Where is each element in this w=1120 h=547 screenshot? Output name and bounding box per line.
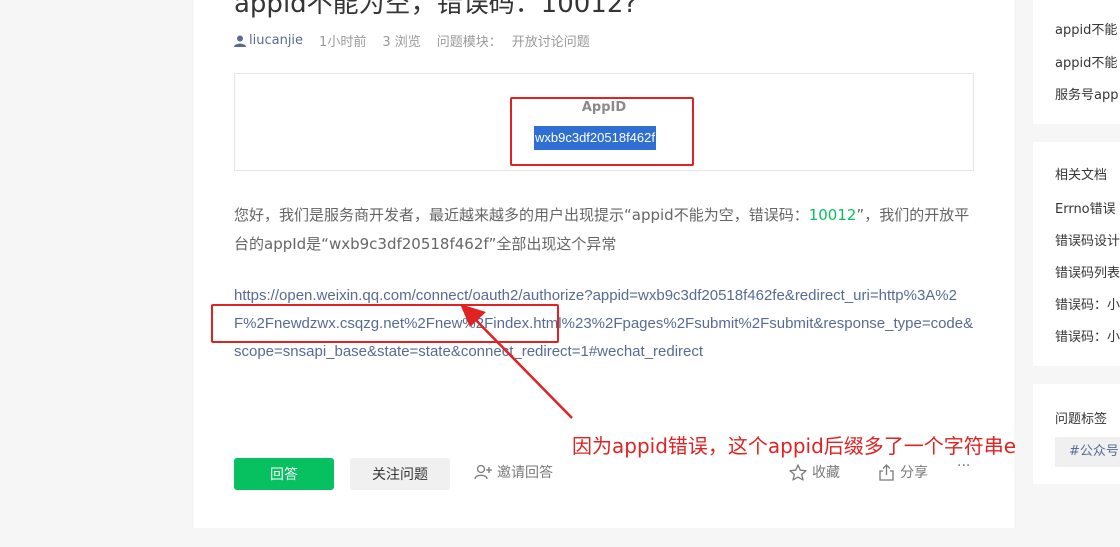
post-time: 1小时前 [319,35,367,50]
author-link[interactable]: liucanjie [234,33,303,48]
collect-label: 收藏 [812,465,840,481]
collect-button[interactable]: 收藏 [789,462,840,482]
answer-button[interactable]: 回答 [234,458,334,490]
module-value[interactable]: 开放讨论问题 [512,31,590,50]
follow-question-button[interactable]: 关注问题 [350,458,450,490]
invite-answer-button[interactable]: 邀请回答 [474,462,553,482]
more-options-button[interactable]: ··· [957,458,970,474]
share-button[interactable]: 分享 [878,462,928,482]
annotation-arrow-icon [460,304,573,419]
tag-official-account[interactable]: #公众号 [1055,437,1120,467]
sidebar-related-docs: 相关文档 Errno错误 错误码设计 错误码列表 错误码：小 错误码：小 [1033,142,1120,366]
user-icon [234,35,246,47]
share-icon [879,463,894,481]
related-doc-link[interactable]: Errno错误 [1055,198,1116,217]
invite-user-icon [474,464,492,480]
related-question-link[interactable]: 服务号app [1055,84,1118,103]
module-label: 问题模块： [436,35,502,50]
error-code: 10012 [808,206,857,224]
star-icon [789,463,807,481]
related-doc-link[interactable]: 错误码：小 [1055,326,1120,345]
question-title: appid不能为空，错误码：10012? [234,0,638,19]
question-meta: liucanjie 1小时前 3 浏览 问题模块： 开放讨论问题 [234,31,590,50]
question-body-text: 您好，我们是服务商开发者，最近越来越多的用户出现提示“appid不能为空，错误码… [234,201,974,259]
share-label: 分享 [900,465,928,481]
sidebar-question-tags: 问题标签 #公众号 [1033,384,1120,484]
related-question-link[interactable]: appid不能 [1055,19,1117,38]
question-tags-title: 问题标签 [1055,412,1108,427]
highlight-box-appid [510,97,694,166]
invite-label: 邀请回答 [497,465,553,481]
sidebar-related-questions: appid不能 appid不能 服务号app [1033,0,1120,124]
body-text-before: 您好，我们是服务商开发者，最近越来越多的用户出现提示“appid不能为空，错误码… [234,206,809,224]
annotation-text: 因为appid错误，这个appid后缀多了一个字符串e [572,434,1017,458]
related-doc-link[interactable]: 错误码设计 [1055,230,1120,249]
related-doc-link[interactable]: 错误码列表 [1055,262,1120,281]
view-count: 3 浏览 [382,35,421,50]
related-question-link[interactable]: appid不能 [1055,52,1117,71]
author-name: liucanjie [249,33,304,48]
related-docs-title: 相关文档 [1055,168,1108,183]
related-doc-link[interactable]: 错误码：小 [1055,294,1120,313]
